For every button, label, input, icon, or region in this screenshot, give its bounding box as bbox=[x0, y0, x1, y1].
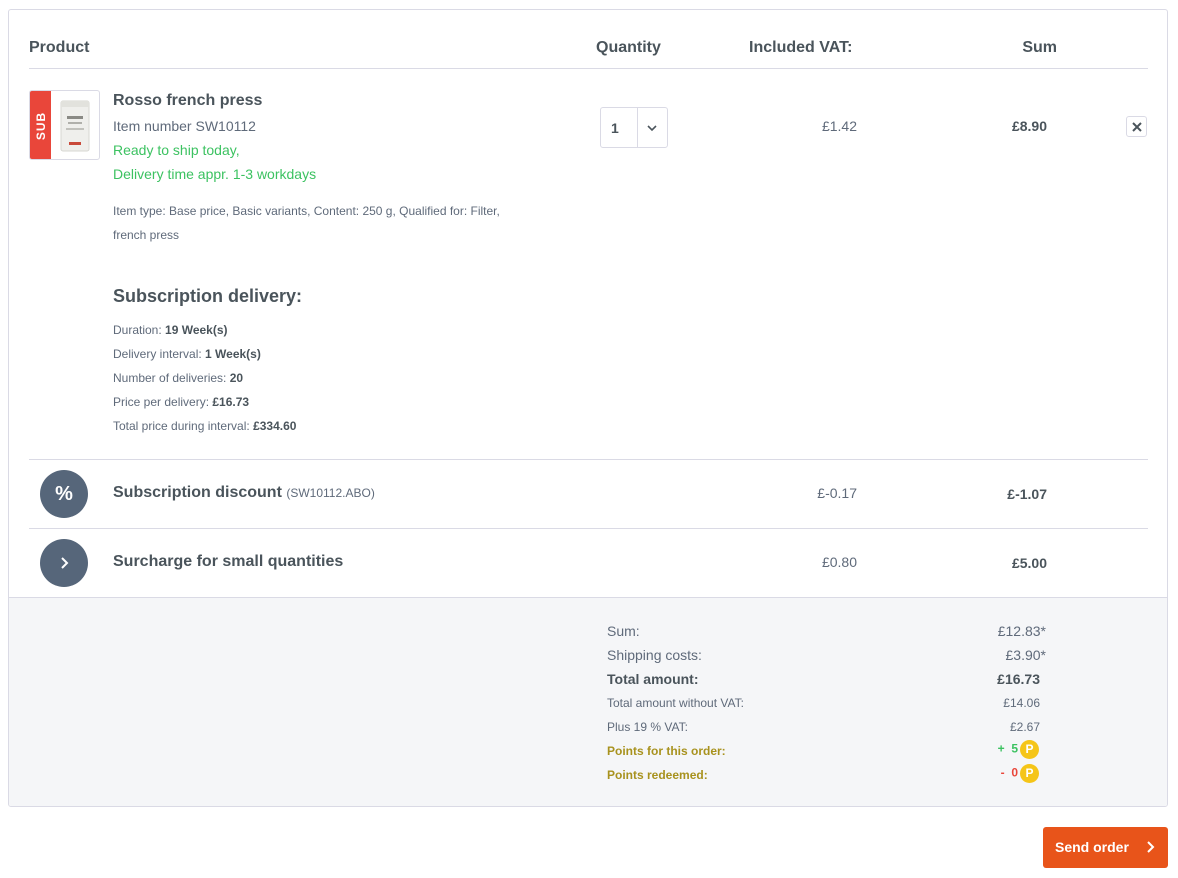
chevron-down-icon bbox=[647, 125, 657, 132]
totals-sum-label: Sum: bbox=[607, 623, 640, 639]
row-divider bbox=[29, 459, 1148, 460]
points-value: + 5P bbox=[998, 740, 1039, 759]
quantity-value: 1 bbox=[611, 120, 619, 136]
vat-label: Plus 19 % VAT: bbox=[607, 720, 688, 734]
subscription-price: Price per delivery: £16.73 bbox=[113, 395, 250, 409]
cart-totals: Sum: £12.83* Shipping costs: £3.90* Tota… bbox=[9, 597, 1167, 806]
subscription-heading: Subscription delivery: bbox=[113, 286, 303, 306]
item-number: Item number SW10112 bbox=[113, 118, 256, 134]
product-sum: £8.90 bbox=[1011, 118, 1047, 134]
remove-item-button[interactable] bbox=[1126, 116, 1147, 137]
shipping-value: £3.90* bbox=[1005, 647, 1046, 663]
redeemed-value: - 0P bbox=[1001, 764, 1039, 783]
surcharge-sum: £5.00 bbox=[1011, 555, 1047, 571]
quantity-divider bbox=[637, 108, 638, 147]
discount-vat: £-0.17 bbox=[817, 485, 857, 501]
redeemed-label: Points redeemed: bbox=[607, 768, 708, 782]
quantity-select[interactable]: 1 bbox=[600, 107, 668, 148]
product-vat: £1.42 bbox=[821, 118, 857, 134]
row-divider bbox=[29, 528, 1148, 529]
surcharge-label: Surcharge for small quantities bbox=[113, 553, 344, 570]
points-label: Points for this order: bbox=[607, 744, 726, 758]
table-header: Product Quantity Included VAT: Sum bbox=[29, 10, 1148, 69]
discount-sum: £-1.07 bbox=[1007, 486, 1047, 502]
surcharge-vat: £0.80 bbox=[821, 554, 857, 570]
chevron-right-icon bbox=[40, 539, 88, 587]
chevron-right-icon bbox=[1147, 841, 1155, 853]
header-product: Product bbox=[29, 39, 90, 56]
subscription-interval: Delivery interval: 1 Week(s) bbox=[113, 347, 261, 361]
points-coin-icon: P bbox=[1020, 740, 1039, 759]
vat-value: £2.67 bbox=[1009, 720, 1040, 734]
subscription-badge: SUB bbox=[30, 91, 51, 159]
cart-table: Product Quantity Included VAT: Sum SUB R… bbox=[8, 9, 1168, 807]
product-image[interactable]: SUB bbox=[29, 90, 100, 160]
shipping-label: Shipping costs: bbox=[607, 647, 702, 663]
subscription-deliveries: Number of deliveries: 20 bbox=[113, 371, 244, 385]
discount-label: Subscription discount (SW10112.ABO) bbox=[113, 484, 375, 501]
delivery-time: Delivery time appr. 1-3 workdays bbox=[113, 166, 317, 182]
delivery-status: Ready to ship today, bbox=[113, 142, 240, 158]
total-amount-label: Total amount: bbox=[607, 671, 699, 687]
points-coin-icon: P bbox=[1020, 764, 1039, 783]
subscription-total: Total price during interval: £334.60 bbox=[113, 419, 297, 433]
subscription-duration: Duration: 19 Week(s) bbox=[113, 323, 228, 337]
net-amount-value: £14.06 bbox=[1003, 696, 1040, 710]
totals-sum-value: £12.83* bbox=[997, 623, 1046, 639]
send-order-button[interactable]: Send order bbox=[1043, 827, 1168, 868]
discount-icon: % bbox=[40, 470, 88, 518]
total-amount-value: £16.73 bbox=[997, 671, 1040, 687]
net-amount-label: Total amount without VAT: bbox=[607, 696, 744, 710]
product-description: Item type: Base price, Basic variants, C… bbox=[113, 204, 500, 242]
product-name[interactable]: Rosso french press bbox=[113, 92, 262, 110]
close-icon bbox=[1132, 122, 1142, 132]
header-sum: Sum bbox=[1022, 39, 1057, 56]
coffee-bag-icon bbox=[60, 100, 90, 152]
header-quantity: Quantity bbox=[596, 39, 661, 56]
header-vat: Included VAT: bbox=[749, 39, 853, 56]
